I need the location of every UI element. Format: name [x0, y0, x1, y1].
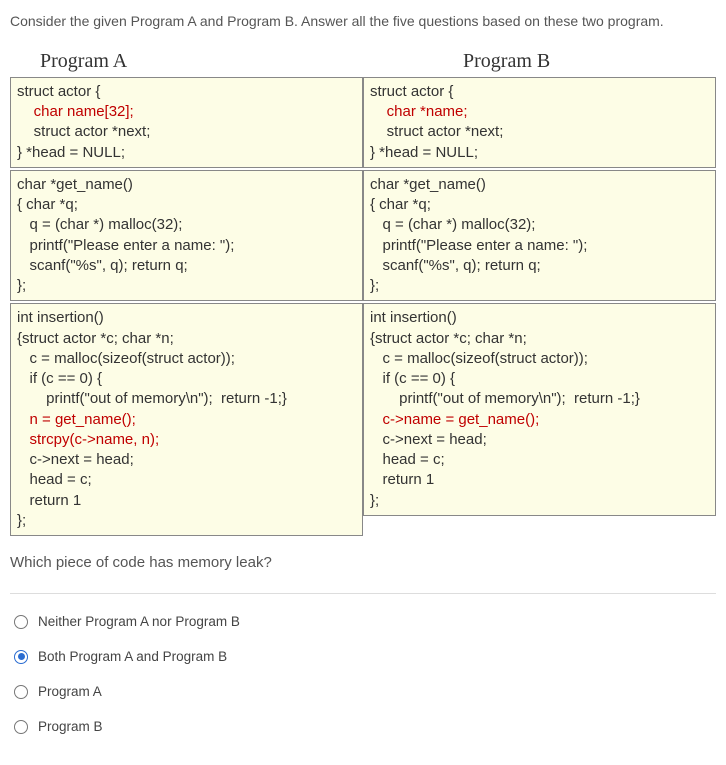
code-line: {struct actor *c; char *n; — [370, 330, 527, 347]
option-label: Neither Program A nor Program B — [38, 614, 240, 629]
code-line: char name[32]; — [17, 103, 134, 120]
code-line: strcpy(c->name, n); — [17, 431, 159, 448]
option-label: Program A — [38, 684, 102, 699]
code-line: }; — [17, 512, 26, 529]
code-line: int insertion() — [370, 309, 457, 326]
code-line: { char *q; — [17, 196, 78, 213]
program-b-block1: struct actor { char *name; struct actor … — [363, 77, 716, 168]
code-line: int insertion() — [17, 309, 104, 326]
code-line: printf("out of memory\n"); return -1;} — [17, 390, 287, 407]
code-line: if (c == 0) { — [370, 370, 455, 387]
radio-icon — [14, 650, 28, 664]
option-neither[interactable]: Neither Program A nor Program B — [10, 604, 716, 639]
code-line: c = malloc(sizeof(struct actor)); — [370, 350, 588, 367]
code-line: struct actor { — [370, 83, 453, 100]
program-a-block1: struct actor { char name[32]; struct act… — [10, 77, 363, 168]
code-line: q = (char *) malloc(32); — [17, 216, 182, 233]
code-line: struct actor { — [17, 83, 100, 100]
option-both[interactable]: Both Program A and Program B — [10, 639, 716, 674]
code-line: head = c; — [17, 471, 92, 488]
program-a-title: Program A — [10, 46, 363, 77]
code-line: struct actor *next; — [17, 123, 150, 140]
code-line: }; — [17, 277, 26, 294]
question-text: Which piece of code has memory leak? — [10, 554, 716, 571]
program-b-block3: int insertion() {struct actor *c; char *… — [363, 303, 716, 516]
code-line: } *head = NULL; — [370, 144, 478, 161]
options-divider — [10, 593, 716, 594]
code-line: } *head = NULL; — [17, 144, 125, 161]
code-line: {struct actor *c; char *n; — [17, 330, 174, 347]
radio-icon — [14, 615, 28, 629]
programs-row: Program A struct actor { char name[32]; … — [10, 46, 716, 538]
program-b-title: Program B — [363, 46, 716, 77]
code-line: }; — [370, 277, 379, 294]
code-line: return 1 — [17, 492, 81, 509]
code-line: c->next = head; — [370, 431, 487, 448]
program-a-column: Program A struct actor { char name[32]; … — [10, 46, 363, 538]
code-line: head = c; — [370, 451, 445, 468]
code-line: q = (char *) malloc(32); — [370, 216, 535, 233]
code-line: char *get_name() — [370, 176, 486, 193]
code-line: c = malloc(sizeof(struct actor)); — [17, 350, 235, 367]
code-line: printf("out of memory\n"); return -1;} — [370, 390, 640, 407]
code-line: scanf("%s", q); return q; — [17, 257, 188, 274]
code-line: { char *q; — [370, 196, 431, 213]
option-label: Both Program A and Program B — [38, 649, 227, 664]
option-label: Program B — [38, 719, 103, 734]
radio-icon — [14, 720, 28, 734]
code-line: scanf("%s", q); return q; — [370, 257, 541, 274]
option-program-b[interactable]: Program B — [10, 709, 716, 744]
code-line: return 1 — [370, 471, 434, 488]
code-line: char *name; — [370, 103, 468, 120]
program-a-block2: char *get_name() { char *q; q = (char *)… — [10, 170, 363, 302]
program-b-column: Program B struct actor { char *name; str… — [363, 46, 716, 538]
radio-icon — [14, 685, 28, 699]
code-line: struct actor *next; — [370, 123, 503, 140]
code-line: char *get_name() — [17, 176, 133, 193]
code-line: c->name = get_name(); — [370, 411, 539, 428]
program-b-block2: char *get_name() { char *q; q = (char *)… — [363, 170, 716, 302]
code-line: if (c == 0) { — [17, 370, 102, 387]
code-line: }; — [370, 492, 379, 509]
code-line: printf("Please enter a name: "); — [370, 237, 587, 254]
code-line: c->next = head; — [17, 451, 134, 468]
option-program-a[interactable]: Program A — [10, 674, 716, 709]
code-line: n = get_name(); — [17, 411, 136, 428]
code-line: printf("Please enter a name: "); — [17, 237, 234, 254]
question-intro: Consider the given Program A and Program… — [10, 10, 716, 34]
program-a-block3: int insertion() {struct actor *c; char *… — [10, 303, 363, 536]
